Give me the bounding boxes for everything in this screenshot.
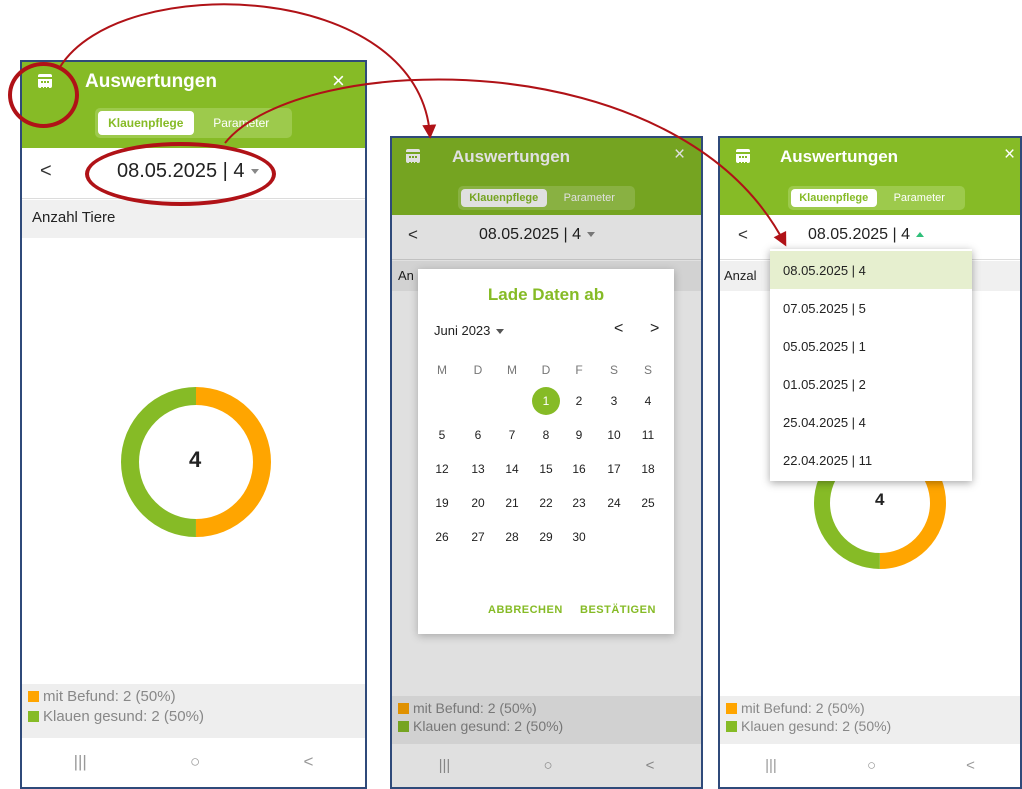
phone-screen-2: Auswertungen × Klauenpflege Parameter < … <box>390 136 703 789</box>
section-label-partial: Anzal <box>724 268 757 283</box>
calendar-day-selected[interactable]: 1 <box>532 387 560 415</box>
legend-item-klauen-gesund: Klauen gesund: 2 (50%) <box>726 718 1014 734</box>
legend-swatch <box>726 720 737 732</box>
date-picker-dialog: Lade Daten ab Juni 2023 < > MDMDFSS12345… <box>418 269 674 634</box>
legend-item-mit-befund: mit Befund: 2 (50%) <box>726 700 1014 716</box>
calendar-day[interactable]: 27 <box>464 530 492 544</box>
legend: mit Befund: 2 (50%) Klauen gesund: 2 (50… <box>720 696 1020 744</box>
calendar-day[interactable]: 4 <box>634 394 662 408</box>
app-bar: Auswertungen × Klauenpflege Parameter <box>720 138 1020 215</box>
donut-center-value: 4 <box>875 490 885 509</box>
close-icon[interactable]: × <box>332 68 345 94</box>
close-icon[interactable]: × <box>1004 144 1015 166</box>
calendar-day[interactable]: 15 <box>532 462 560 476</box>
back-icon[interactable]: < <box>966 757 975 774</box>
tab-switcher: Klauenpflege Parameter <box>788 186 965 210</box>
back-icon[interactable]: < <box>303 752 313 772</box>
calendar-day[interactable]: 24 <box>600 496 628 510</box>
calendar-day[interactable]: 14 <box>498 462 526 476</box>
tab-parameter[interactable]: Parameter <box>877 189 963 207</box>
legend-label: mit Befund: 2 (50%) <box>741 700 865 716</box>
dropdown-option[interactable]: 22.04.2025 | 11 <box>770 441 972 479</box>
legend-item-klauen-gesund: Klauen gesund: 2 (50%) <box>28 708 359 725</box>
calendar-day[interactable]: 6 <box>464 428 492 442</box>
calendar-icon[interactable] <box>736 149 750 164</box>
chevron-up-icon <box>916 232 925 238</box>
calendar-day[interactable]: 25 <box>634 496 662 510</box>
system-nav-bar: ||| ○ < <box>720 743 1020 787</box>
calendar-day[interactable]: 2 <box>565 394 593 408</box>
calendar-day[interactable]: 8 <box>532 428 560 442</box>
recents-icon[interactable]: ||| <box>74 752 87 772</box>
home-icon[interactable]: ○ <box>190 752 200 772</box>
highlight-circle-calendar-icon <box>8 62 79 128</box>
home-icon[interactable]: ○ <box>867 757 876 774</box>
calendar-day[interactable]: 28 <box>498 530 526 544</box>
cancel-button[interactable]: ABBRECHEN <box>488 604 563 616</box>
previous-date-button[interactable]: < <box>40 160 52 183</box>
calendar-day[interactable]: 16 <box>565 462 593 476</box>
weekday-header: M <box>437 363 447 377</box>
highlight-ellipse-date-selector <box>85 142 276 206</box>
dropdown-option[interactable]: 05.05.2025 | 1 <box>770 327 972 365</box>
calendar-day[interactable]: 10 <box>600 428 628 442</box>
calendar-day[interactable]: 23 <box>565 496 593 510</box>
calendar-day[interactable]: 29 <box>532 530 560 544</box>
calendar-day[interactable]: 20 <box>464 496 492 510</box>
app-title: Auswertungen <box>780 147 899 166</box>
tab-parameter[interactable]: Parameter <box>194 111 290 135</box>
dropdown-option[interactable]: 07.05.2025 | 5 <box>770 289 972 327</box>
phone-screen-3: Auswertungen × Klauenpflege Parameter < … <box>718 136 1022 789</box>
weekday-header: D <box>541 363 551 377</box>
legend: mit Befund: 2 (50%) Klauen gesund: 2 (50… <box>22 684 365 738</box>
system-nav-bar: ||| ○ < <box>22 737 365 787</box>
legend-swatch <box>28 711 39 722</box>
calendar-day[interactable]: 12 <box>428 462 456 476</box>
legend-swatch <box>726 702 737 714</box>
date-dropdown-menu: 08.05.2025 | 4 07.05.2025 | 5 05.05.2025 |… <box>770 249 972 481</box>
calendar-day[interactable]: 30 <box>565 530 593 544</box>
recents-icon[interactable]: ||| <box>765 757 777 774</box>
dropdown-option[interactable]: 08.05.2025 | 4 <box>770 251 972 289</box>
legend-label: Klauen gesund: 2 (50%) <box>43 708 204 725</box>
calendar-day[interactable]: 21 <box>498 496 526 510</box>
calendar-day[interactable]: 17 <box>600 462 628 476</box>
calendar-day[interactable]: 18 <box>634 462 662 476</box>
date-value: 08.05.2025 | 4 <box>808 226 911 243</box>
calendar-day[interactable]: 26 <box>428 530 456 544</box>
tab-klauenpflege[interactable]: Klauenpflege <box>791 189 877 207</box>
previous-date-button[interactable]: < <box>738 225 748 245</box>
weekday-header: D <box>473 363 483 377</box>
weekday-header: F <box>575 363 583 377</box>
calendar-day[interactable]: 13 <box>464 462 492 476</box>
weekday-header: S <box>609 363 618 377</box>
dropdown-option[interactable]: 01.05.2025 | 2 <box>770 365 972 403</box>
confirm-button[interactable]: BESTÄTIGEN <box>580 604 656 616</box>
legend-swatch <box>28 691 39 702</box>
legend-item-mit-befund: mit Befund: 2 (50%) <box>28 688 359 705</box>
legend-label: mit Befund: 2 (50%) <box>43 688 176 705</box>
date-dropdown[interactable]: 08.05.2025 | 4 <box>808 226 925 244</box>
calendar-day[interactable]: 11 <box>634 428 662 442</box>
calendar-day[interactable]: 5 <box>428 428 456 442</box>
calendar-day[interactable]: 19 <box>428 496 456 510</box>
dropdown-option[interactable]: 25.04.2025 | 4 <box>770 403 972 441</box>
weekday-header: M <box>507 363 517 377</box>
tab-switcher: Klauenpflege Parameter <box>95 108 292 138</box>
tab-klauenpflege[interactable]: Klauenpflege <box>98 111 194 135</box>
calendar-day[interactable]: 22 <box>532 496 560 510</box>
weekday-header: S <box>643 363 652 377</box>
section-label: Anzahl Tiere <box>32 209 116 226</box>
calendar-grid: M D M D F S S 1 2 3 4 5 6 7 8 9 10 11 12 13 14 15 16 17 18 19 20 21… <box>418 269 674 569</box>
calendar-day[interactable]: 9 <box>565 428 593 442</box>
donut-center-value: 4 <box>189 447 202 472</box>
calendar-day[interactable]: 3 <box>600 394 628 408</box>
legend-label: Klauen gesund: 2 (50%) <box>741 718 892 734</box>
app-title: Auswertungen <box>85 71 217 92</box>
calendar-day[interactable]: 7 <box>498 428 526 442</box>
